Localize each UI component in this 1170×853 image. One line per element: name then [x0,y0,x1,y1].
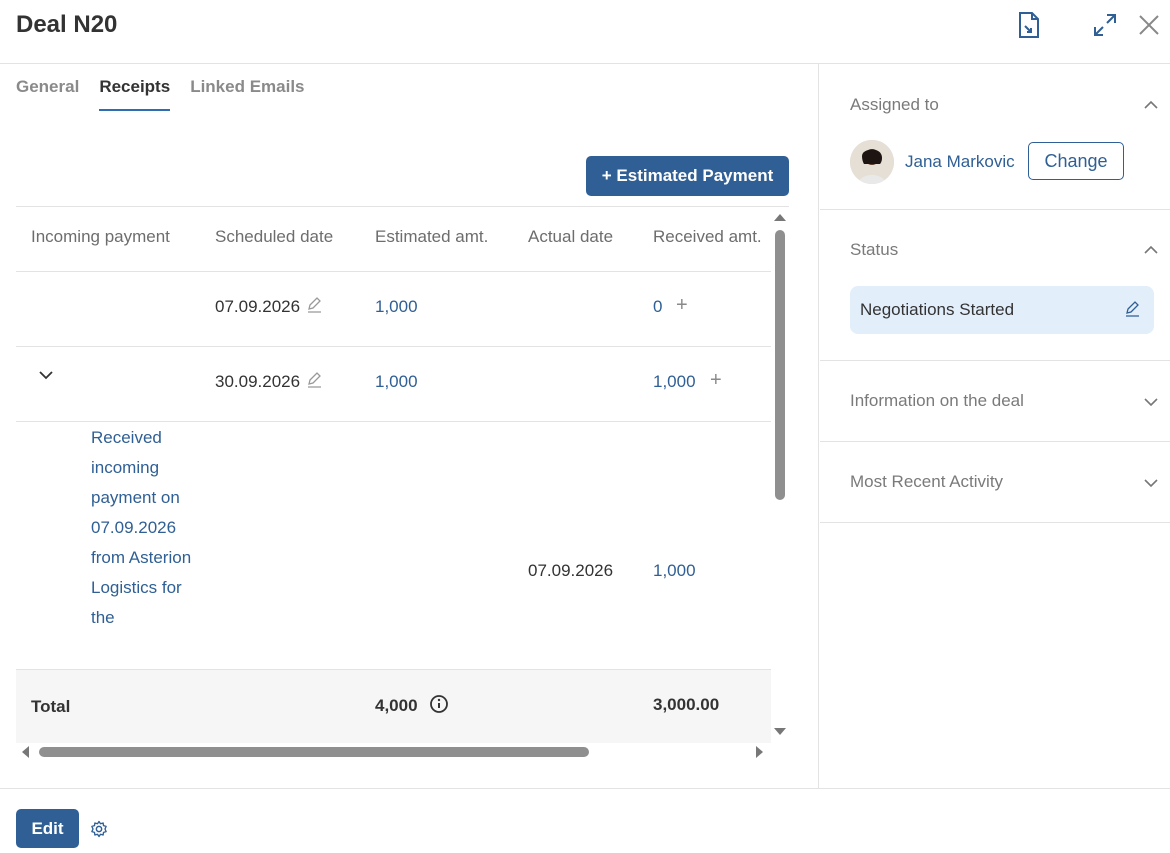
activity-section[interactable]: Most Recent Activity [820,442,1170,523]
scheduled-date: 30.09.2026 [215,372,301,391]
change-assignee-button[interactable]: Change [1028,142,1124,180]
payment-description[interactable]: Received incoming payment on 07.09.2026 … [91,423,201,633]
close-icon[interactable] [1134,10,1164,40]
info-section[interactable]: Information on the deal [820,361,1170,442]
horizontal-scroll-thumb[interactable] [39,747,589,757]
pencil-icon[interactable] [306,372,322,393]
edit-button[interactable]: Edit [16,809,79,848]
scroll-left-arrow-icon[interactable] [22,746,29,758]
estimated-amount[interactable]: 1,000 [375,372,418,392]
assignee-name[interactable]: Jana Markovic [905,152,1015,172]
total-received: 3,000.00 [653,695,720,714]
chevron-down-icon[interactable] [1144,476,1158,495]
header: Deal N20 [0,0,1170,64]
scheduled-date-cell: 07.09.2026 [215,297,322,318]
scheduled-date: 07.09.2026 [215,297,301,316]
chevron-up-icon[interactable] [1144,98,1158,117]
pencil-icon[interactable] [1124,301,1140,322]
actual-date: 07.09.2026 [528,561,614,580]
activity-title[interactable]: Most Recent Activity [850,472,1003,492]
status-title[interactable]: Status [850,240,898,260]
scroll-right-arrow-icon[interactable] [756,746,763,758]
status-value: Negotiations Started [860,300,1015,319]
main-panel: General Receipts Linked Emails + Estimat… [0,64,819,788]
sidebar: Assigned to Jana Markovic Change Status … [820,64,1170,788]
scroll-up-arrow-icon[interactable] [774,214,786,221]
divider [16,421,771,422]
info-icon[interactable] [430,695,449,718]
divider [16,346,771,347]
column-header[interactable]: Received amt. [653,227,762,247]
status-badge[interactable]: Negotiations Started [850,286,1154,334]
received-amount[interactable]: 1,000 [653,561,696,581]
plus-icon[interactable]: + [710,369,722,392]
scheduled-date-cell: 30.09.2026 [215,372,322,393]
column-header[interactable]: Scheduled date [215,227,333,247]
pencil-icon[interactable] [306,297,322,318]
page-title: Deal N20 [16,11,118,38]
document-icon[interactable] [1014,10,1044,40]
info-title[interactable]: Information on the deal [850,391,1024,411]
tab-receipts[interactable]: Receipts [99,77,171,111]
chevron-up-icon[interactable] [1144,243,1158,262]
total-estimated-value: 4,000 [375,695,418,715]
add-estimated-payment-button[interactable]: + Estimated Payment [586,156,789,196]
assigned-section: Assigned to Jana Markovic Change [820,64,1170,210]
received-amount[interactable]: 0 [653,297,662,317]
expand-icon[interactable] [1090,10,1120,40]
received-amount[interactable]: 1,000 [653,372,696,392]
tab-linked-emails[interactable]: Linked Emails [190,77,304,111]
column-header[interactable]: Actual date [528,227,613,247]
total-label: Total [31,697,71,716]
scroll-down-arrow-icon[interactable] [774,728,786,735]
column-header[interactable]: Estimated amt. [375,227,488,247]
plus-icon[interactable]: + [676,294,688,317]
total-estimated: 4,000 [375,695,449,718]
vertical-scroll-thumb[interactable] [775,230,785,500]
chevron-down-icon[interactable] [38,367,54,388]
divider [16,271,771,272]
receipts-table: Incoming payment Scheduled date Estimate… [16,206,789,762]
assigned-title[interactable]: Assigned to [850,95,939,115]
total-row: Total 4,000 3,000.00 [16,669,771,743]
chevron-down-icon[interactable] [1144,395,1158,414]
tab-general[interactable]: General [16,77,79,111]
footer: Edit [0,788,1170,853]
avatar[interactable] [850,140,894,184]
tab-bar: General Receipts Linked Emails [16,77,305,111]
estimated-amount[interactable]: 1,000 [375,297,418,317]
gear-icon[interactable] [90,820,108,843]
column-header[interactable]: Incoming payment [31,227,170,247]
